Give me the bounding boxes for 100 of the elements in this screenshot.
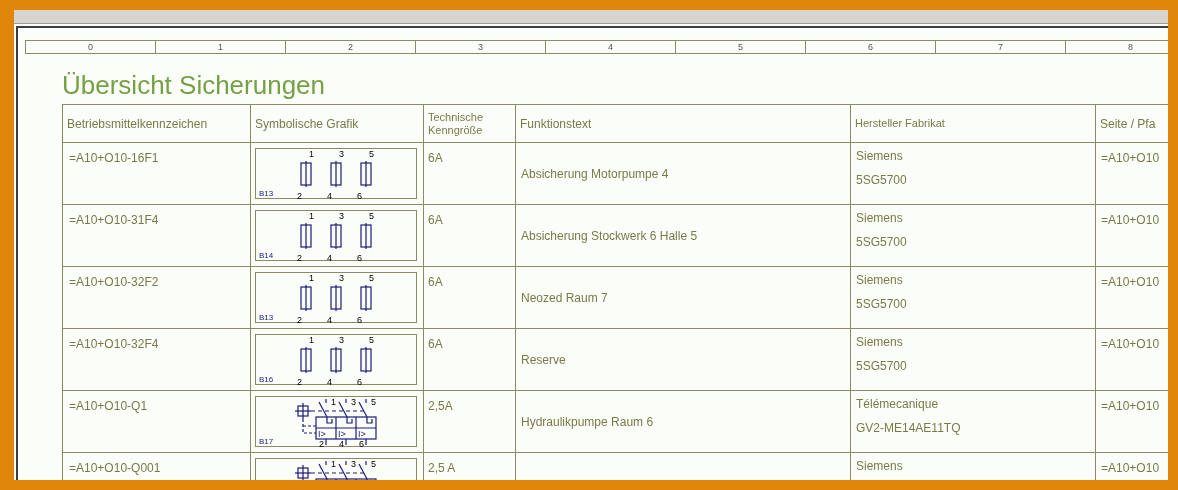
- part-number-text: GV2-ME14AE11TQ: [856, 421, 962, 436]
- terminal-number: 3: [351, 397, 356, 407]
- table-cell: 6A: [423, 205, 515, 266]
- table-cell-text: Neozed Raum 7: [521, 289, 608, 307]
- terminal-number: 1: [309, 273, 314, 283]
- ruler-number: 6: [806, 41, 936, 53]
- page-title: Übersicht Sicherungen: [62, 70, 327, 100]
- fuse-symbol-icon: [330, 160, 342, 188]
- fuse-symbol-icon: [300, 160, 312, 188]
- terminal-number: 2: [297, 315, 302, 324]
- terminal-number: 5: [369, 273, 374, 283]
- fuse-symbol-icon: [330, 284, 342, 312]
- terminal-number: 4: [327, 253, 332, 262]
- table-cell: =A10+O10: [1095, 391, 1168, 452]
- terminal-number: 6: [357, 191, 362, 200]
- table-cell: 6A: [423, 329, 515, 390]
- ruler-number: 7: [936, 41, 1066, 53]
- table-cell: =A10+O10-31F4: [62, 205, 250, 266]
- terminal-number: 3: [339, 149, 344, 159]
- ruler-number: 3: [416, 41, 546, 53]
- terminal-number: 2: [319, 439, 324, 448]
- device-tag: B17: [259, 437, 274, 446]
- column-header: Technische Kenngröße: [423, 105, 515, 142]
- table-cell-text: Absicherung Stockwerk 6 Halle 5: [521, 227, 698, 245]
- ruler-number: 4: [546, 41, 676, 53]
- table-cell-text: Absicherung Motorpumpe 4: [521, 165, 669, 183]
- table-cell: =A10+O10-32F2: [62, 267, 250, 328]
- terminal-number: 4: [327, 377, 332, 386]
- ruler-number: 2: [286, 41, 416, 53]
- terminal-number: 6: [357, 315, 362, 324]
- terminal-number: 4: [339, 439, 344, 448]
- table-cell: =A10+O10-Q1: [62, 391, 250, 452]
- fuse-symbol-icon: [300, 346, 312, 374]
- trip-label: I>: [358, 429, 366, 439]
- table-cell: 2,5A: [423, 391, 515, 452]
- table-cell: 6A: [423, 143, 515, 204]
- ruler-number: 8: [1066, 41, 1168, 53]
- table-cell-text: Reserve: [521, 351, 566, 369]
- terminal-number: 6: [357, 253, 362, 262]
- trip-label: I>: [318, 429, 326, 439]
- table-cell: =A10+O10: [1095, 143, 1168, 204]
- manufacturer-text: Siemens: [856, 149, 904, 164]
- device-tag: B16: [259, 375, 274, 384]
- column-header: Symbolische Grafik: [250, 105, 423, 142]
- terminal-number: 1: [309, 211, 314, 221]
- terminal-number: 6: [359, 439, 364, 448]
- fuse-symbol-icon: [360, 284, 372, 312]
- ruler-number: 0: [26, 41, 156, 53]
- fuse-symbol-icon: [300, 222, 312, 250]
- table-cell: =A10+O10-32F4: [62, 329, 250, 390]
- terminal-number: 3: [339, 211, 344, 221]
- column-header: Funktionstext: [515, 105, 850, 142]
- terminal-number: 1: [309, 335, 314, 345]
- trip-label: I>: [338, 429, 346, 439]
- device-tag: B13: [259, 189, 274, 198]
- table-cell: =A10+O10: [1095, 205, 1168, 266]
- column-header: Betriebsmittelkennzeichen: [62, 105, 250, 142]
- table-cell: =A10+O10: [1095, 329, 1168, 390]
- table-cell: 6A: [423, 267, 515, 328]
- table-cell: =A10+O10: [1095, 453, 1168, 480]
- manufacturer-text: Siemens: [856, 211, 904, 226]
- fuse-symbol-icon: [330, 346, 342, 374]
- terminal-number: 2: [297, 253, 302, 262]
- part-number-text: 5SG5700: [856, 235, 908, 250]
- terminal-number: 5: [371, 397, 376, 407]
- terminal-number: 5: [369, 335, 374, 345]
- table-cell: =A10+O10-Q001: [62, 453, 250, 480]
- manufacturer-text: Siemens: [856, 273, 904, 288]
- fuse-symbol-icon: [360, 160, 372, 188]
- terminal-number: 3: [351, 459, 356, 469]
- terminal-number: 4: [327, 315, 332, 324]
- manufacturer-text: Télémecanique: [856, 397, 940, 412]
- manufacturer-text: Siemens: [856, 335, 904, 350]
- table-cell-text: Hydraulikpumpe Raum 6: [521, 413, 654, 431]
- column-header: Seite / Pfa: [1095, 105, 1168, 142]
- terminal-number: 2: [297, 191, 302, 200]
- terminal-number: 5: [369, 211, 374, 221]
- table-cell: =A10+O10: [1095, 267, 1168, 328]
- terminal-number: 5: [371, 459, 376, 469]
- terminal-number: 3: [339, 335, 344, 345]
- fuse-symbol-icon: [300, 284, 312, 312]
- fuse-symbol-icon: [360, 222, 372, 250]
- terminal-number: 1: [309, 149, 314, 159]
- table-cell: =A10+O10-16F1: [62, 143, 250, 204]
- terminal-number: 2: [297, 377, 302, 386]
- terminal-number: 1: [331, 397, 336, 407]
- device-tag: B13: [259, 313, 274, 322]
- column-header: Hersteller Fabrikat: [850, 105, 1095, 142]
- terminal-number: 5: [369, 149, 374, 159]
- fuse-symbol-icon: [360, 346, 372, 374]
- fuse-symbol-icon: [330, 222, 342, 250]
- device-tag: B14: [259, 251, 274, 260]
- ruler-number: 5: [676, 41, 806, 53]
- terminal-number: 1: [331, 459, 336, 469]
- terminal-number: 3: [339, 273, 344, 283]
- table-cell: 2,5 A: [423, 453, 515, 480]
- part-number-text: 5SG5700: [856, 173, 908, 188]
- ruler-number: 1: [156, 41, 286, 53]
- part-number-text: 5SG5700: [856, 297, 908, 312]
- terminal-number: 6: [357, 377, 362, 386]
